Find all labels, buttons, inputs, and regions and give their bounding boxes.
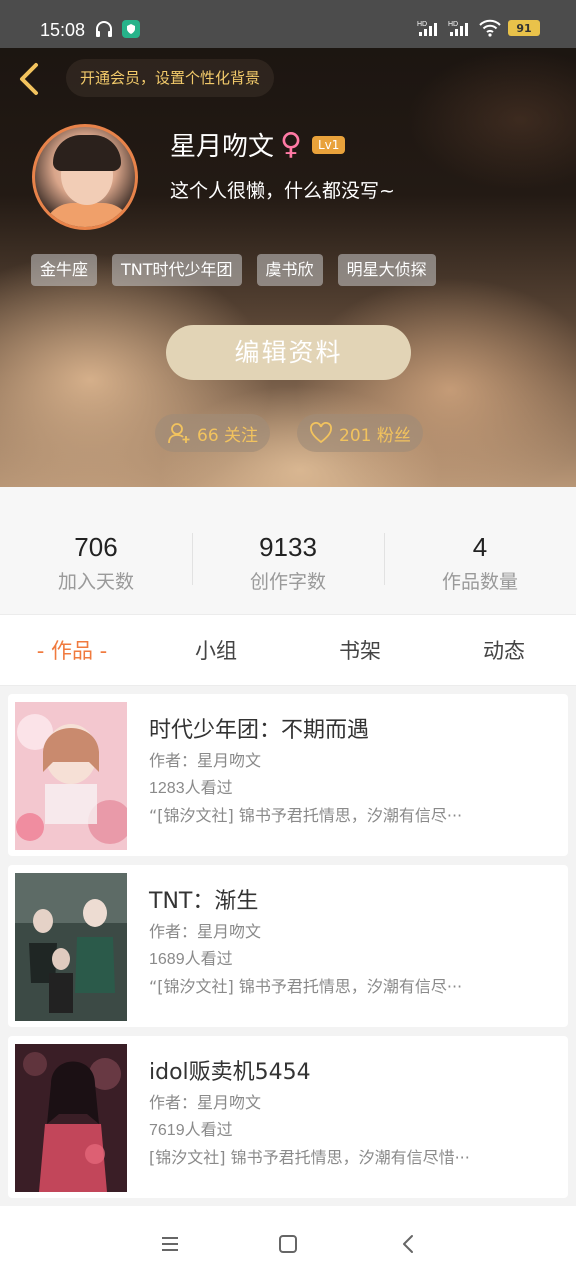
stat-word-count: 9133 创作字数 — [249, 532, 326, 593]
username-row: 星月吻文 ♀ Lv1 — [170, 126, 346, 163]
following-count: 66 关注 — [197, 425, 259, 446]
fans-count: 201 粉丝 — [339, 425, 411, 446]
vip-background-prompt[interactable]: 开通会员，设置个性化背景 — [66, 59, 275, 97]
work-title: idol贩卖机5454 — [149, 1060, 311, 1085]
tab-activity[interactable]: 动态 — [432, 615, 576, 687]
user-add-icon — [168, 423, 190, 444]
stat-join-days: 706 加入天数 — [57, 532, 134, 593]
work-card[interactable]: TNT：渐生 作者：星月吻文 1689人看过 “[锦汐文社] 锦书予君托情思，汐… — [8, 865, 568, 1027]
level-badge: Lv1 — [312, 135, 346, 154]
work-views: 1283人看过 — [149, 780, 233, 797]
work-views: 1689人看过 — [149, 951, 233, 968]
system-nav-bar — [0, 1206, 576, 1280]
edit-profile-button[interactable]: 编辑资料 — [166, 325, 411, 380]
work-title: TNT：渐生 — [149, 889, 259, 914]
work-views: 7619人看过 — [149, 1122, 233, 1139]
signal-hd-icon-2: HD — [448, 21, 468, 36]
work-card[interactable]: 时代少年团：不期而遇 作者：星月吻文 1283人看过 “[锦汐文社] 锦书予君托… — [8, 694, 568, 856]
work-author: 作者：星月吻文 — [149, 751, 262, 770]
home-square-icon[interactable] — [276, 1232, 300, 1256]
status-time: 15:08 — [40, 20, 86, 40]
menu-icon[interactable] — [158, 1232, 182, 1256]
heart-icon — [310, 422, 332, 444]
wifi-icon — [479, 19, 501, 37]
female-gender-icon: ♀ — [280, 126, 302, 162]
book-cover — [15, 1044, 127, 1192]
work-description: [锦汐文社] 锦书予君托情思，汐潮有信尽惜··· — [149, 1148, 470, 1167]
tag-item[interactable]: 金牛座 — [31, 254, 98, 286]
work-author: 作者：星月吻文 — [149, 1093, 262, 1112]
book-cover — [15, 873, 127, 1021]
fans-button[interactable]: 201 粉丝 — [297, 414, 423, 452]
battery-indicator: 91 — [508, 20, 540, 36]
profile-header: 15:08 HD HD 91 开通会员，设置个性化背景 星月吻文 ♀ Lv1 这… — [0, 0, 576, 487]
profile-stats: 706 加入天数 9133 创作字数 4 作品数量 — [0, 487, 576, 614]
following-button[interactable]: 66 关注 — [155, 414, 271, 452]
signal-hd-icon: HD — [417, 21, 437, 36]
tab-works[interactable]: - 作品 - — [0, 615, 144, 687]
tab-groups[interactable]: 小组 — [144, 615, 288, 687]
work-description: “[锦汐文社] 锦书予君托情思，汐潮有信尽··· — [149, 977, 463, 996]
profile-tabs: - 作品 - 小组 书架 动态 — [0, 614, 576, 686]
interest-tags: 金牛座 TNT时代少年团 虞书欣 明星大侦探 — [31, 254, 436, 286]
status-bar: 15:08 HD HD 91 — [0, 0, 576, 48]
username: 星月吻文 — [170, 132, 275, 162]
shield-app-icon — [122, 20, 140, 38]
nav-back-icon[interactable] — [397, 1232, 421, 1256]
stat-works-count: 4 作品数量 — [441, 532, 518, 593]
tag-item[interactable]: TNT时代少年团 — [112, 254, 242, 286]
headphones-icon — [96, 21, 112, 37]
book-cover — [15, 702, 127, 850]
work-title: 时代少年团：不期而遇 — [149, 718, 370, 743]
user-bio: 这个人很懒，什么都没写~ — [170, 180, 395, 202]
work-card[interactable]: idol贩卖机5454 作者：星月吻文 7619人看过 [锦汐文社] 锦书予君托… — [8, 1036, 568, 1198]
work-description: “[锦汐文社] 锦书予君托情思，汐潮有信尽··· — [149, 806, 463, 825]
tag-item[interactable]: 虞书欣 — [256, 254, 323, 286]
tab-bookshelf[interactable]: 书架 — [288, 615, 432, 687]
works-list: 时代少年团：不期而遇 作者：星月吻文 1283人看过 “[锦汐文社] 锦书予君托… — [0, 686, 576, 1227]
avatar[interactable] — [32, 124, 138, 230]
svg-text:HD: HD — [417, 21, 427, 28]
svg-text:HD: HD — [448, 21, 458, 28]
work-author: 作者：星月吻文 — [149, 922, 262, 941]
back-button[interactable] — [14, 62, 44, 96]
tag-item[interactable]: 明星大侦探 — [337, 254, 436, 286]
